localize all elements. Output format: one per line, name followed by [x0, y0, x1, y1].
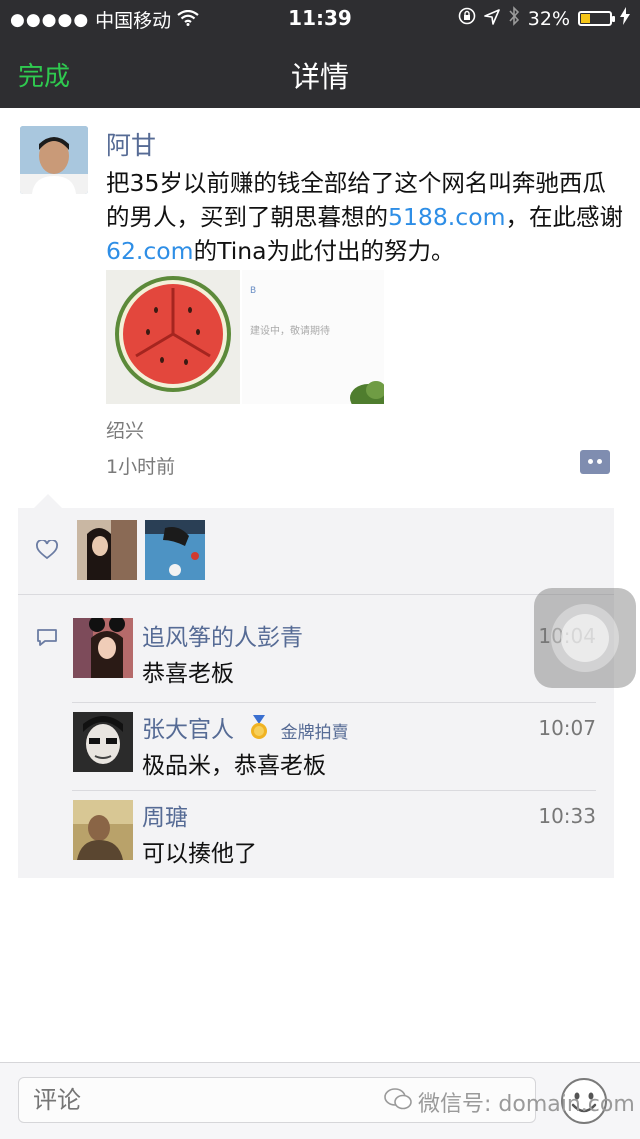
battery-fill [581, 14, 590, 23]
location-icon [483, 8, 500, 30]
like-avatar[interactable] [77, 520, 137, 580]
post-link[interactable]: 62.com [106, 237, 194, 265]
battery-percent: 32% [527, 7, 570, 30]
watermark: 微信号: domain.com [384, 1086, 635, 1118]
comment-avatar[interactable] [73, 712, 133, 772]
nav-bar: 完成 详情 [0, 36, 640, 108]
image-small-text: B [250, 286, 257, 296]
post-link[interactable]: 5188.com [388, 203, 505, 231]
author-avatar[interactable] [20, 126, 88, 194]
status-right: 32% [458, 6, 630, 31]
post-location[interactable]: 绍兴 [106, 416, 144, 443]
post-image-watermelon[interactable] [106, 270, 240, 404]
battery-icon [578, 11, 615, 26]
post-author[interactable]: 阿甘 [106, 126, 156, 162]
plant-image [350, 381, 384, 404]
medal-icon [249, 714, 269, 747]
comment-author[interactable]: 周瑭 [142, 798, 188, 832]
comment-author-row: 张大官人 金牌拍賣 [142, 710, 349, 747]
comment-time: 10:07 [538, 716, 596, 740]
comment-time: 10:33 [538, 804, 596, 828]
post-text-part: 的Tina为此付出的努力。 [193, 237, 455, 265]
post-text: 把35岁以前赚的钱全部给了这个网名叫奔驰西瓜的男人，买到了朝思暮想的5188.c… [106, 166, 626, 268]
comment-dot-icon [597, 459, 602, 464]
lock-rotation-icon [458, 7, 476, 30]
divider [18, 594, 614, 595]
post-text-part: ，在此感谢 [505, 203, 623, 231]
auction-badge-text: 金牌拍賣 [280, 723, 349, 743]
divider [72, 790, 596, 791]
comment-text: 恭喜老板 [142, 661, 234, 687]
comment-bubble-icon [36, 628, 58, 652]
image-caption-text: 建设中，敬请期待 [250, 326, 330, 337]
watermark-text: 微信号: domain.com [418, 1092, 635, 1117]
comment-author[interactable]: 张大官人 [142, 717, 234, 743]
page-title: 详情 [290, 60, 349, 94]
comment-text: 可以揍他了 [142, 841, 257, 867]
like-avatar[interactable] [145, 520, 205, 580]
comment-action-button[interactable] [580, 450, 610, 474]
post-time: 1小时前 [106, 456, 176, 478]
panel-arrow [34, 494, 62, 508]
assistive-touch-button[interactable] [534, 588, 636, 688]
charging-icon [620, 7, 630, 30]
comment-author[interactable]: 追风筝的人彭青 [142, 618, 303, 652]
post-image-website[interactable]: B 建设中，敬请期待 [242, 270, 384, 404]
comment-text: 极品米，恭喜老板 [142, 753, 326, 779]
comment-avatar[interactable] [73, 618, 133, 678]
assistive-touch-core [561, 614, 609, 662]
status-bar: ●●●●● 中国移动 11:39 32% [0, 0, 640, 36]
wechat-logo-icon [384, 1088, 412, 1116]
comment-dot-icon [588, 459, 593, 464]
heart-icon [36, 539, 58, 564]
comment-avatar[interactable] [73, 800, 133, 860]
bluetooth-icon [508, 6, 520, 31]
divider [72, 702, 596, 703]
